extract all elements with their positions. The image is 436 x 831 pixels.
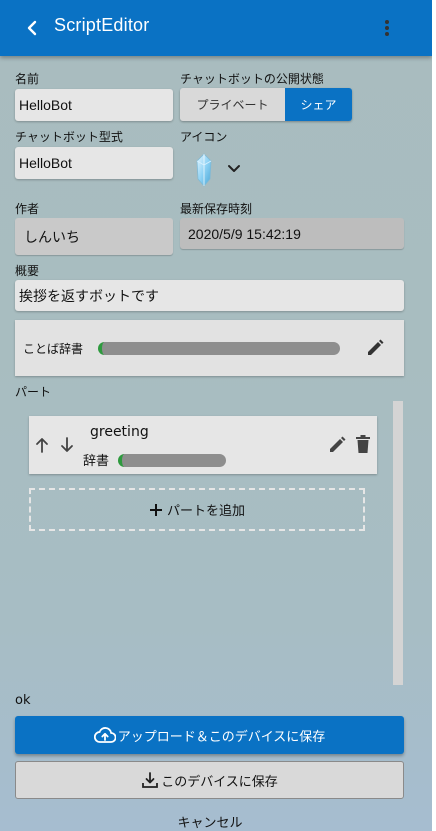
- visibility-label: チャットボットの公開状態: [180, 72, 324, 86]
- model-label: チャットボット型式: [15, 130, 123, 144]
- chevron-down-icon[interactable]: [226, 162, 242, 176]
- save-device-label: このデバイスに保存: [161, 774, 278, 790]
- dictionary-label: ことば辞書: [23, 342, 84, 356]
- download-icon: [142, 772, 159, 788]
- part-item: greeting 辞書: [29, 416, 377, 474]
- author-field: しんいち: [15, 218, 173, 255]
- upload-save-label: アップロード＆このデバイスに保存: [117, 729, 326, 745]
- app-bar: ScriptEditor: [0, 0, 432, 56]
- more-vert-icon[interactable]: [377, 16, 397, 40]
- chevron-left-icon[interactable]: [20, 16, 44, 40]
- app-title: ScriptEditor: [54, 15, 150, 35]
- crystal-icon[interactable]: [195, 153, 213, 187]
- status-text: ok: [15, 693, 31, 708]
- summary-field[interactable]: 挨拶を返すボットです: [15, 280, 404, 311]
- model-field[interactable]: HelloBot: [15, 147, 173, 179]
- cloud-upload-icon: [93, 727, 116, 743]
- name-label: 名前: [15, 72, 40, 86]
- plus-icon: [149, 503, 162, 516]
- save-device-button[interactable]: このデバイスに保存: [15, 761, 404, 799]
- add-part-label: パートを追加: [166, 504, 245, 519]
- part-dict-progress-bar: [118, 454, 226, 467]
- part-name: greeting: [90, 424, 149, 440]
- script-editor-screen: ScriptEditor 名前 HelloBot チャットボットの公開状態 プラ…: [0, 0, 432, 831]
- pencil-icon[interactable]: [327, 435, 347, 455]
- visibility-toggle: プライベート シェア: [180, 88, 352, 121]
- visibility-option-share[interactable]: シェア: [285, 88, 352, 121]
- visibility-option-private[interactable]: プライベート: [180, 88, 285, 121]
- window-edge: [432, 0, 436, 831]
- parts-scrollbar[interactable]: [393, 401, 403, 685]
- part-dict-label: 辞書: [83, 454, 110, 469]
- name-field[interactable]: HelloBot: [15, 89, 173, 121]
- arrow-up-icon[interactable]: [34, 436, 50, 454]
- dictionary-progress-bar: [98, 342, 340, 355]
- dictionary-panel: ことば辞書: [15, 320, 404, 376]
- cancel-button[interactable]: キャンセル: [140, 812, 280, 831]
- pencil-icon[interactable]: [365, 338, 385, 358]
- saved-label: 最新保存時刻: [180, 202, 253, 216]
- icon-label: アイコン: [180, 130, 228, 144]
- upload-save-button[interactable]: アップロード＆このデバイスに保存: [15, 716, 404, 754]
- trash-icon[interactable]: [355, 434, 371, 454]
- parts-label: パート: [15, 385, 52, 399]
- saved-time-field: 2020/5/9 15:42:19: [180, 218, 404, 249]
- author-label: 作者: [15, 202, 40, 216]
- add-part-button[interactable]: パートを追加: [29, 488, 365, 531]
- arrow-down-icon[interactable]: [59, 436, 75, 454]
- summary-label: 概要: [15, 264, 40, 278]
